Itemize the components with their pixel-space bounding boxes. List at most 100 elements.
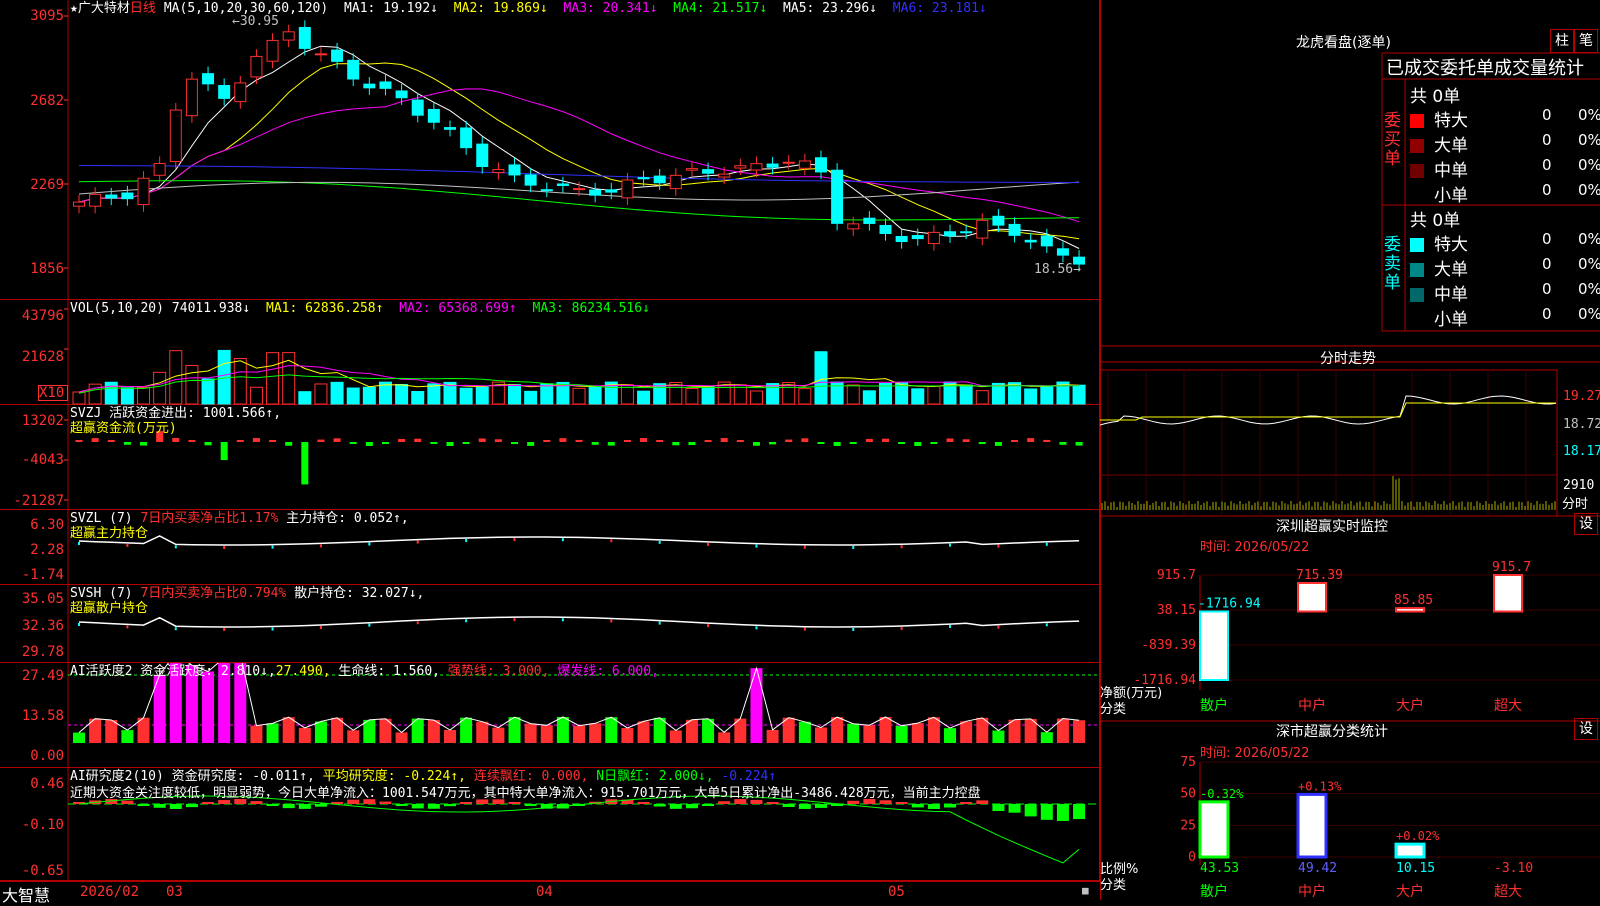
svzj-bar: [914, 442, 922, 446]
price-panel[interactable]: ★广大特材日线 MA(5,10,20,30,60,120) MA1: 19.192…: [0, 0, 1100, 300]
bar-mode-button[interactable]: 柱: [1550, 29, 1574, 53]
tick-mode-button[interactable]: 笔: [1574, 29, 1598, 53]
candle-body: [944, 231, 957, 237]
monitor-settings-button[interactable]: 设: [1574, 513, 1598, 535]
ai-active-bar: [573, 725, 586, 743]
svzj-bar: [769, 442, 777, 445]
svzj-bar: [543, 440, 551, 442]
candle-body: [847, 223, 860, 230]
svsh-line-tick: [78, 623, 80, 626]
ai-research-y-label: -0.65: [21, 863, 64, 879]
date-axis-bar[interactable]: 大智慧 2026/02 03 04 05 ■: [0, 881, 1100, 905]
ai-active-bar: [476, 721, 489, 743]
volume-bar: [1040, 385, 1054, 405]
candle-body: [766, 163, 779, 168]
ai-active-bar: [250, 725, 263, 743]
svzl-panel[interactable]: SVZL (7) 7日内买卖净占比1.17% 主力持仓: 0.052↑, 超赢主…: [0, 510, 1100, 585]
candle-body: [702, 169, 715, 174]
stock-name[interactable]: ★广大特材: [70, 1, 130, 16]
research-bar: [395, 804, 408, 806]
volume-bar: [508, 384, 522, 405]
svzj-bar: [446, 442, 454, 446]
date-label: 05: [888, 884, 905, 900]
kline-area[interactable]: ★广大特材日线 MA(5,10,20,30,60,120) MA1: 19.192…: [0, 0, 1100, 905]
svzj-bar: [1059, 442, 1067, 445]
svzj-bar: [946, 438, 954, 442]
side-panels[interactable]: 915.7 38.15 -839.39 -1716.94 -1716.94 散户 715.3…: [1100, 0, 1600, 900]
monitor-y-label: 38.15: [1157, 603, 1196, 618]
ai-active-bar: [589, 723, 602, 743]
research-bar: [1056, 804, 1069, 821]
svsh-line-tick: [174, 627, 177, 631]
research-bar: [782, 804, 795, 807]
volume-bar: [185, 364, 199, 405]
candle-body: [556, 183, 569, 186]
svsh-panel[interactable]: SVSH (7) 7日内买卖净占比0.794% 散户持仓: 32.027↓, 超…: [0, 585, 1100, 663]
order-type-label: 大单: [1434, 136, 1468, 156]
volume-y-label: 43796: [21, 308, 64, 324]
volume-panel[interactable]: VOL(5,10,20) 74011.938↓ MA1: 62836.258↑ M…: [0, 300, 1100, 405]
research-bar: [169, 804, 182, 809]
volume-bar: [137, 387, 151, 405]
ai-active-bar: [847, 723, 860, 743]
svsh-line-tick: [949, 625, 952, 629]
classify-category-label: 大户: [1396, 883, 1424, 900]
svzj-bar: [882, 438, 889, 442]
candlestick-chart[interactable]: [0, 0, 1100, 300]
svsh-line-tick: [271, 627, 274, 631]
sell-total: 共 0单: [1410, 211, 1461, 231]
ai-research-panel[interactable]: AI研究度2(10) 资金研究度: -0.011↑, 平均研究度: -0.224…: [0, 768, 1100, 881]
ai-active-panel[interactable]: AI活跃度2 资金活跃度: 2.810↓,27.490, 生命线: 1.560,…: [0, 663, 1100, 768]
svzj-panel[interactable]: SVZJ 活跃资金进出: 1001.566↑, 超赢资金流(万元) 13202 …: [0, 405, 1100, 510]
classify-value-label: 10.15: [1396, 861, 1435, 876]
candle-body: [1008, 223, 1021, 236]
classify-settings-button[interactable]: 设: [1574, 718, 1598, 740]
lock-icon[interactable]: ■: [1082, 884, 1089, 897]
svzl-line-tick: [803, 545, 806, 549]
volume-bar: [879, 382, 892, 405]
classify-axis-label: 分类: [1100, 878, 1127, 893]
candle-body: [443, 127, 456, 130]
svsh-line-tick: [707, 624, 710, 628]
svzj-bar: [785, 439, 793, 442]
ai-active-y-label: 0.00: [30, 748, 64, 764]
volume-bar: [249, 386, 263, 405]
svzj-bar: [430, 442, 438, 444]
order-count: 0: [1542, 156, 1552, 174]
svsh-line-tick: [319, 625, 322, 629]
ai-active-bar: [750, 668, 763, 743]
low-mark: 18.56→: [1034, 262, 1081, 277]
svzl-y-label: 2.28: [30, 542, 64, 558]
classify-bar: [1198, 800, 1230, 859]
svzl-line-tick: [126, 543, 129, 547]
candle-body: [1040, 235, 1053, 247]
brand-label: 大智慧: [2, 886, 51, 905]
ai-active-bar: [831, 717, 844, 743]
volume-bar: [540, 383, 554, 405]
research-bar: [153, 804, 166, 808]
monitor-y-label: -839.39: [1141, 638, 1196, 653]
period-label[interactable]: 日线: [130, 1, 156, 16]
volume-bar: [330, 381, 344, 405]
svzj-bar: [623, 440, 631, 442]
ai-research-chart[interactable]: [0, 768, 1100, 881]
order-type-label: 特大: [1434, 235, 1468, 255]
candle-body: [831, 169, 844, 224]
ai-active-bar: [621, 728, 634, 743]
research-bar: [411, 804, 424, 809]
ai-active-bar: [1008, 719, 1021, 743]
buy-side-label: 委买单: [1384, 111, 1401, 169]
timeshare-vol-unit: 分时: [1562, 497, 1589, 512]
research-bar: [911, 804, 924, 808]
volume-bar: [314, 383, 328, 405]
monitor-value-label: 85.85: [1394, 593, 1433, 608]
research-bar: [250, 801, 263, 804]
classify-y-label: 0: [1188, 850, 1196, 865]
research-bar: [814, 804, 827, 808]
candle-body: [105, 194, 118, 199]
svzj-bar: [833, 442, 841, 446]
monitor-bar: [1395, 607, 1425, 613]
monitor-category-label: 超大: [1494, 698, 1522, 714]
price-y-label: 1856: [30, 261, 64, 277]
svsh-line: [78, 616, 1080, 628]
